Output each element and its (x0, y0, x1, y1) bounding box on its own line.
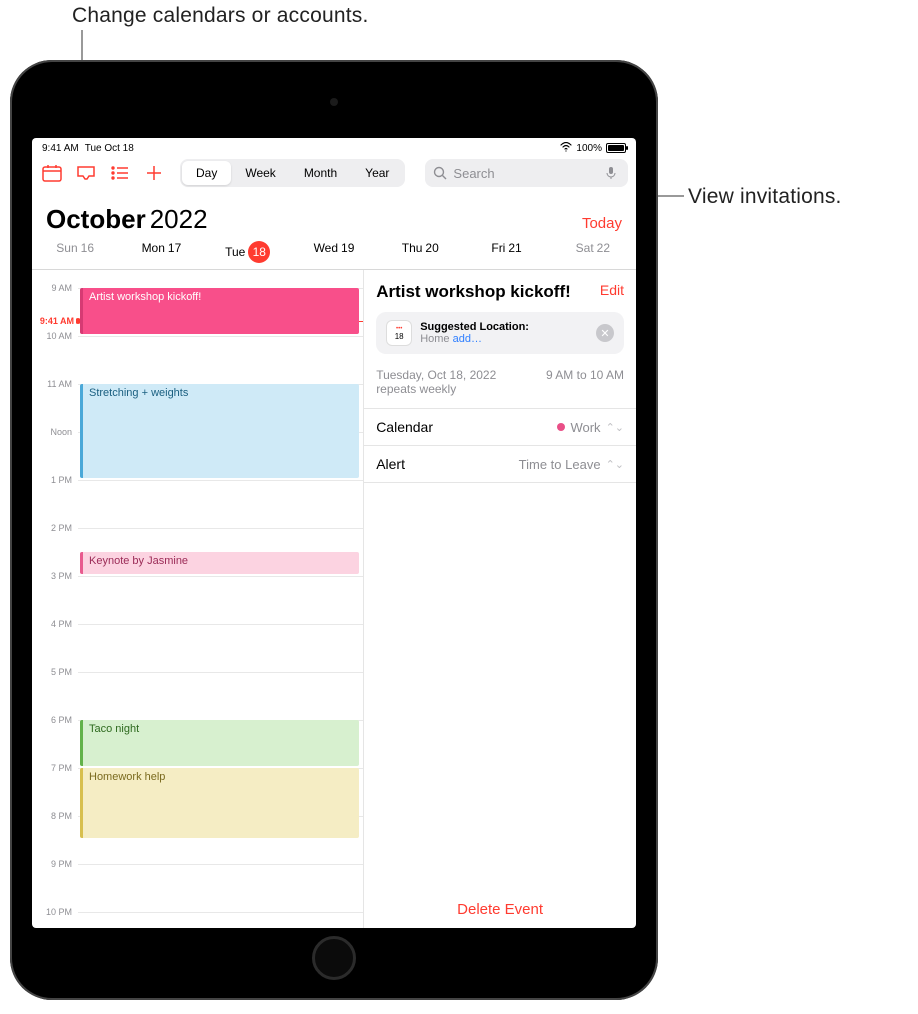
alert-row[interactable]: Alert Time to Leave ⌃⌄ (364, 446, 636, 483)
hour-label: 1 PM (32, 475, 72, 485)
calendar-row[interactable]: Calendar Work ⌃⌄ (364, 409, 636, 446)
seg-month[interactable]: Month (290, 161, 351, 185)
seg-week[interactable]: Week (231, 161, 289, 185)
hour-label: 8 PM (32, 811, 72, 821)
year-label: 2022 (150, 204, 208, 235)
event-repeat: repeats weekly (376, 382, 546, 396)
hour-label: 11 AM (32, 379, 72, 389)
weekday-cell[interactable]: Tue18 (205, 241, 291, 263)
status-time: 9:41 AM (42, 143, 79, 154)
event-date: Tuesday, Oct 18, 2022 (376, 368, 546, 382)
weekday-cell[interactable]: Sun16 (32, 241, 118, 263)
chevron-updown-icon: ⌃⌄ (606, 458, 624, 471)
hour-label: 3 PM (32, 571, 72, 581)
event-block[interactable]: Artist workshop kickoff! (80, 288, 359, 334)
hour-label: Noon (32, 427, 72, 437)
event-datetime: Tuesday, Oct 18, 2022 repeats weekly 9 A… (364, 360, 636, 409)
hour-label: 10 PM (32, 907, 72, 917)
mic-icon[interactable] (606, 166, 620, 180)
event-time: 9 AM to 10 AM (546, 368, 624, 396)
weekday-cell[interactable]: Mon17 (118, 241, 204, 263)
ipad-frame: 9:41 AM Tue Oct 18 100% (10, 60, 658, 1000)
hour-label: 2 PM (32, 523, 72, 533)
hour-label: 10 AM (32, 331, 72, 341)
now-indicator: 9:41 AM (38, 316, 76, 326)
suggested-text: Home (420, 333, 452, 345)
hour-label: 6 PM (32, 715, 72, 725)
close-icon[interactable]: ✕ (596, 324, 614, 342)
calendar-color-dot (557, 423, 565, 431)
search-icon (433, 166, 447, 180)
event-details-panel: Artist workshop kickoff! Edit ••• 18 Sug… (364, 270, 636, 928)
hour-label: 7 PM (32, 763, 72, 773)
month-header: October 2022 Today (32, 190, 636, 241)
event-block[interactable]: Stretching + weights (80, 384, 359, 478)
event-block[interactable]: Taco night (80, 720, 359, 766)
screen: 9:41 AM Tue Oct 18 100% (32, 138, 636, 928)
weekday-cell[interactable]: Sat22 (550, 241, 636, 263)
month-label: October (46, 204, 146, 235)
battery-icon (606, 143, 626, 153)
weekday-cell[interactable]: Thu20 (377, 241, 463, 263)
camera-icon (330, 98, 338, 106)
chevron-updown-icon: ⌃⌄ (606, 421, 624, 434)
delete-event-button[interactable]: Delete Event (364, 887, 636, 928)
weekday-cell[interactable]: Fri21 (463, 241, 549, 263)
event-block[interactable]: Keynote by Jasmine (80, 552, 359, 574)
wifi-icon (560, 142, 572, 155)
hour-label: 9 AM (32, 283, 72, 293)
seg-year[interactable]: Year (351, 161, 403, 185)
event-block[interactable]: Homework help (80, 768, 359, 838)
suggested-location-box[interactable]: ••• 18 Suggested Location: Home add… ✕ (376, 312, 624, 354)
day-timeline[interactable]: 9 AM 10 AM 11 AM Noon 1 PM 2 PM 3 PM 4 PM 5 PM 6 … (32, 270, 364, 928)
today-button[interactable]: Today (582, 215, 622, 232)
home-button[interactable] (312, 936, 356, 980)
status-bar: 9:41 AM Tue Oct 18 100% (32, 138, 636, 156)
calendars-icon[interactable] (40, 161, 64, 185)
event-title: Artist workshop kickoff! (376, 282, 600, 302)
hour-label: 4 PM (32, 619, 72, 629)
view-switcher[interactable]: Day Week Month Year (180, 159, 405, 187)
battery-percent: 100% (576, 143, 602, 154)
hour-label: 5 PM (32, 667, 72, 677)
seg-day[interactable]: Day (182, 161, 231, 185)
inbox-icon[interactable] (74, 161, 98, 185)
search-placeholder: Search (453, 166, 494, 181)
edit-button[interactable]: Edit (600, 282, 624, 298)
add-location-link[interactable]: add… (453, 333, 482, 345)
status-date: Tue Oct 18 (85, 143, 134, 154)
suggested-heading: Suggested Location: (420, 321, 588, 333)
weekday-cell[interactable]: Wed19 (291, 241, 377, 263)
hour-label: 9 PM (32, 859, 72, 869)
add-icon[interactable] (142, 161, 166, 185)
weekday-strip[interactable]: Sun16Mon17Tue18Wed19Thu20Fri21Sat22 (32, 241, 636, 270)
toolbar: Day Week Month Year Search (32, 156, 636, 190)
list-icon[interactable] (108, 161, 132, 185)
search-input[interactable]: Search (425, 159, 628, 187)
calendar-date-icon: ••• 18 (386, 320, 412, 346)
